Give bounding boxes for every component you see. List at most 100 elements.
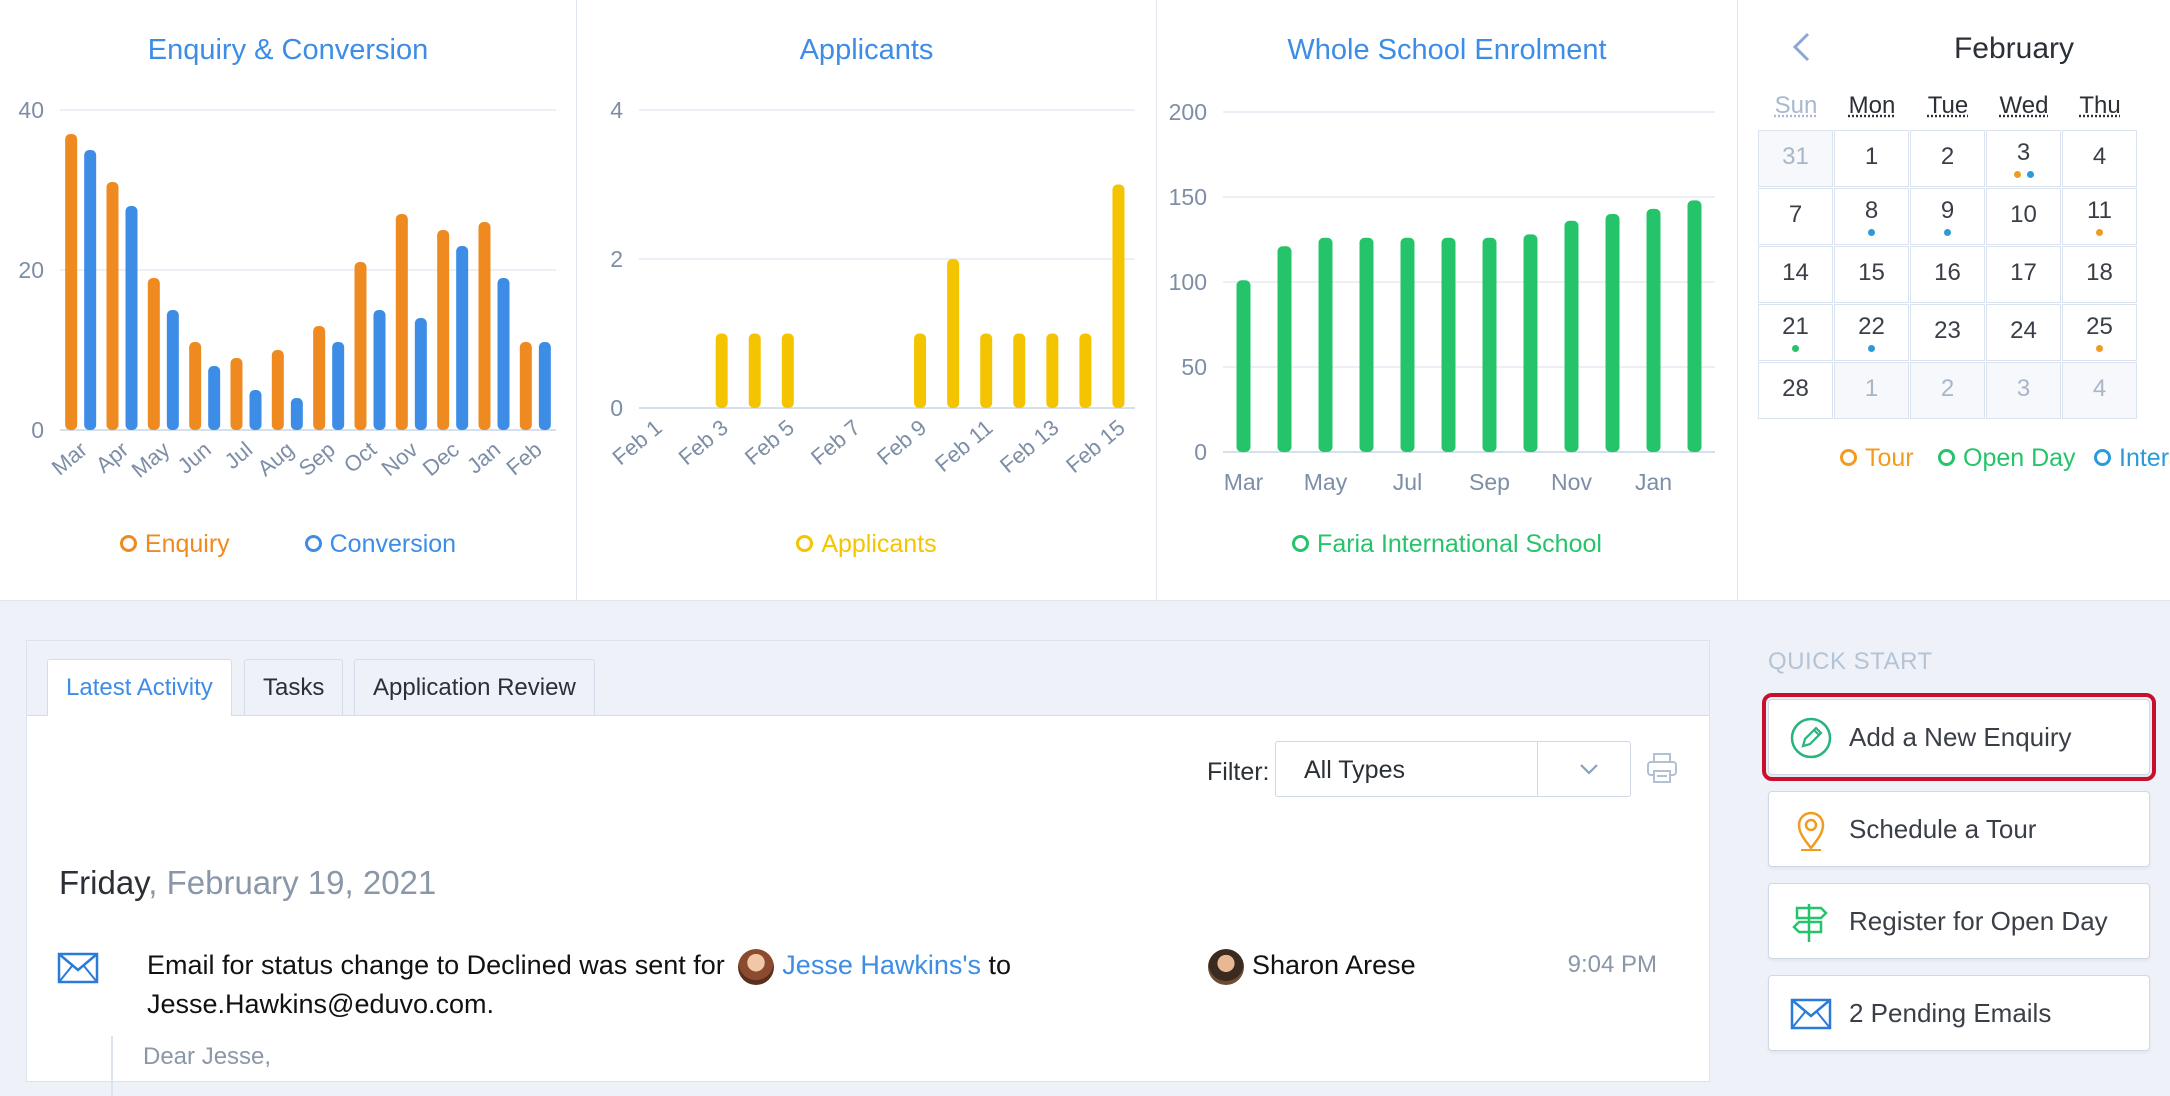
bar-enquiry[interactable] [106,182,118,430]
bar-conversion[interactable] [250,390,262,430]
tab-application-review[interactable]: Application Review [354,659,595,715]
bar-enquiry[interactable] [189,342,201,430]
bar-enquiry[interactable] [230,358,242,430]
bar-faria-international-school[interactable] [1442,238,1456,452]
bar-conversion[interactable] [291,398,303,430]
bar-conversion[interactable] [126,206,138,430]
legend-conversion[interactable]: Conversion [305,530,456,559]
tab-tasks[interactable]: Tasks [244,659,343,715]
openday-event-dot-icon [1792,345,1799,352]
bar-faria-international-school[interactable] [1483,238,1497,452]
bar-faria-international-school[interactable] [1401,238,1415,452]
calendar-day[interactable]: 22 [1834,304,1909,361]
calendar-day[interactable]: 24 [1986,304,2061,361]
calendar-day[interactable]: 18 [2062,246,2137,303]
calendar-day[interactable]: 11 [2062,188,2137,245]
bar-applicants[interactable] [1079,334,1091,409]
pending-emails-button[interactable]: 2 Pending Emails [1768,975,2150,1051]
calendar-day[interactable]: 16 [1910,246,1985,303]
bar-faria-international-school[interactable] [1688,200,1702,452]
tab-latest-activity[interactable]: Latest Activity [47,659,232,716]
calendar-weekday-mon: Mon [1834,92,1910,120]
add-new-enquiry-button[interactable]: Add a New Enquiry [1768,699,2150,775]
bar-applicants[interactable] [980,334,992,409]
calendar-day[interactable]: 1 [1834,362,1909,419]
bar-faria-international-school[interactable] [1647,209,1661,452]
calendar-day[interactable]: 4 [2062,130,2137,187]
bar-faria-international-school[interactable] [1606,214,1620,452]
calendar-day[interactable]: 17 [1986,246,2061,303]
bar-enquiry[interactable] [437,230,449,430]
bar-conversion[interactable] [456,246,468,430]
calendar-day[interactable]: 2 [1910,130,1985,187]
bar-enquiry[interactable] [396,214,408,430]
bar-faria-international-school[interactable] [1360,238,1374,452]
x-tick-label: Oct [339,437,381,478]
bar-applicants[interactable] [749,334,761,409]
bar-conversion[interactable] [208,366,220,430]
calendar-day[interactable]: 15 [1834,246,1909,303]
calendar-day[interactable]: 1 [1834,130,1909,187]
filter-type-select[interactable]: All Types [1275,741,1631,797]
bar-enquiry[interactable] [520,342,532,430]
bar-applicants[interactable] [1112,185,1124,409]
bar-enquiry[interactable] [478,222,490,430]
bar-applicants[interactable] [1013,334,1025,409]
bar-faria-international-school[interactable] [1319,238,1333,452]
bar-conversion[interactable] [415,318,427,430]
bar-applicants[interactable] [914,334,926,409]
bar-applicants[interactable] [1046,334,1058,409]
legend-dot-icon [120,535,137,552]
bar-conversion[interactable] [84,150,96,430]
calendar-day-number: 14 [1782,259,1809,286]
legend-school[interactable]: Faria International School [1292,530,1602,559]
legend-enquiry[interactable]: Enquiry [120,530,230,559]
bar-conversion[interactable] [374,310,386,430]
calendar-day[interactable]: 25 [2062,304,2137,361]
calendar-day[interactable]: 21 [1758,304,1833,361]
x-tick-label: Dec [418,437,464,481]
legend-applicants[interactable]: Applicants [796,530,936,559]
bar-conversion[interactable] [498,278,510,430]
interview-event-dot-icon [1868,229,1875,236]
bar-faria-international-school[interactable] [1565,221,1579,452]
bar-enquiry[interactable] [313,326,325,430]
bar-applicants[interactable] [716,334,728,409]
calendar-day[interactable]: 31 [1758,130,1833,187]
bar-conversion[interactable] [332,342,344,430]
register-open-day-button[interactable]: Register for Open Day [1768,883,2150,959]
print-button[interactable] [1645,751,1679,790]
calendar-day[interactable]: 3 [1986,362,2061,419]
calendar-day[interactable]: 23 [1910,304,1985,361]
bar-applicants[interactable] [947,259,959,408]
calendar-day[interactable]: 4 [2062,362,2137,419]
bar-enquiry[interactable] [148,278,160,430]
calendar-day-number: 4 [2093,143,2106,170]
x-tick-label: Mar [47,437,92,481]
calendar-day[interactable]: 14 [1758,246,1833,303]
bar-faria-international-school[interactable] [1278,246,1292,452]
bar-faria-international-school[interactable] [1237,280,1251,452]
bar-enquiry[interactable] [65,134,77,430]
calendar-day[interactable]: 7 [1758,188,1833,245]
applicants-chart-legend: Applicants [577,530,1156,559]
envelope-icon [1789,992,1833,1036]
calendar-day-number: 31 [1782,143,1809,170]
calendar-day[interactable]: 3 [1986,130,2061,187]
calendar-day[interactable]: 28 [1758,362,1833,419]
schedule-tour-button[interactable]: Schedule a Tour [1768,791,2150,867]
bar-conversion[interactable] [539,342,551,430]
bar-enquiry[interactable] [354,262,366,430]
bar-faria-international-school[interactable] [1524,234,1538,452]
x-tick-label: May [127,437,175,483]
calendar-day[interactable]: 10 [1986,188,2061,245]
calendar-day-number: 9 [1941,197,1954,224]
bar-enquiry[interactable] [272,350,284,430]
calendar-day[interactable]: 9 [1910,188,1985,245]
filter-label: Filter: [1207,758,1270,787]
student-link[interactable]: Jesse Hawkins's [782,950,981,980]
calendar-day[interactable]: 8 [1834,188,1909,245]
bar-applicants[interactable] [782,334,794,409]
bar-conversion[interactable] [167,310,179,430]
calendar-day[interactable]: 2 [1910,362,1985,419]
